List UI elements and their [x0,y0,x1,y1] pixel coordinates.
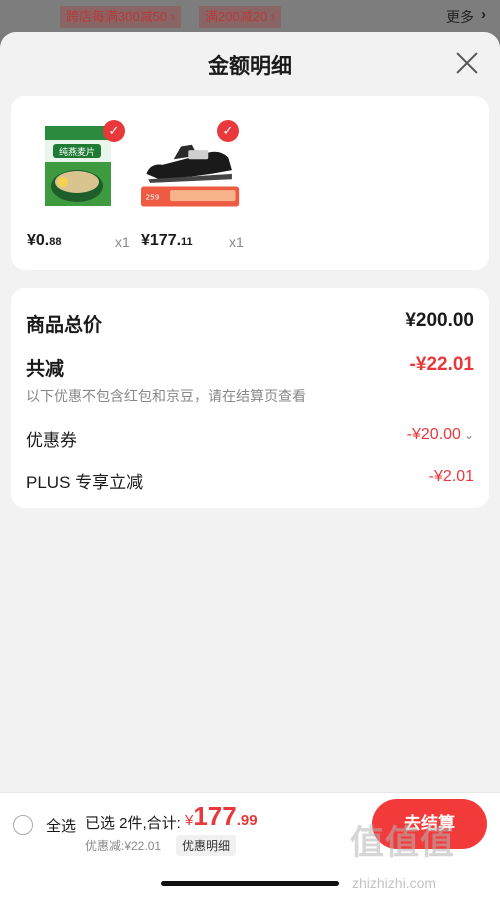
coupon-label: 优惠券 [26,431,77,450]
promo-tag-200-20[interactable]: 满200减20 › [199,6,282,28]
plus-value: -¥2.01 [428,468,474,485]
watermark: 值值值 [350,824,455,862]
discount-detail-link[interactable]: 优惠明细 [176,835,237,856]
products-card: 纯燕麦片 ✓ ¥0.88 x1 259 ✓ ¥177.11 x1 [11,96,489,270]
product-item[interactable]: 259 ✓ ¥177.11 x1 [141,120,251,250]
home-indicator [161,881,339,886]
chevron-down-icon[interactable]: ⌄ [464,428,474,442]
product-price: ¥0.88 [27,232,62,249]
total-row: 商品总价 ¥200.00 [26,310,474,336]
coupon-value: -¥20.00 [406,426,461,443]
total-amount: ¥177.99 [185,801,258,831]
svg-text:259: 259 [146,192,160,201]
promo-tag-300-50[interactable]: 跨店每满300减50 › [60,6,182,28]
summary-card: 商品总价 ¥200.00 共减 -¥22.01 以下优惠不包含红包和京豆，请在结… [11,288,489,508]
plus-row: PLUS 专享立减 -¥2.01 [26,468,474,492]
checkout-bar: 全选 已选 2件,合计: ¥177.99 优惠减:¥22.01 优惠明细 去结算… [0,792,500,898]
svg-text:纯燕麦片: 纯燕麦片 [59,146,95,158]
reduce-row: 共减 -¥22.01 [26,354,474,380]
discount-note: 以下优惠不包含红包和京豆，请在结算页查看 [26,388,306,404]
reduce-label: 共减 [26,359,65,380]
select-all-radio[interactable] [13,815,33,835]
close-icon[interactable] [454,50,480,76]
product-price: ¥177.11 [141,232,193,249]
product-item[interactable]: 纯燕麦片 ✓ ¥0.88 x1 [27,120,137,250]
plus-label: PLUS 专享立减 [26,473,144,492]
total-label: 商品总价 [26,315,103,336]
sheet-title: 金额明细 [208,55,292,78]
watermark-url: zhizhizhi.com [352,875,437,891]
coupon-row[interactable]: 优惠券 -¥20.00 ⌄ [26,426,474,450]
coupon-value-wrap: -¥20.00 ⌄ [407,426,474,444]
checkmark-icon[interactable]: ✓ [217,120,239,142]
total-value: ¥200.00 [405,310,474,331]
checkmark-icon[interactable]: ✓ [103,120,125,142]
select-all-label[interactable]: 全选 [46,815,76,836]
chevron-right-icon: › [481,6,486,23]
discount-summary: 优惠减:¥22.01 [85,839,162,853]
selected-count-text: 已选 2件,合计: [85,815,181,832]
amount-detail-sheet: 金额明细 纯燕麦片 ✓ ¥0.88 x1 259 ✓ ¥177.11 x1 商品… [0,32,500,898]
product-qty: x1 [229,234,244,250]
promo-strip: 跨店每满300减50 › 满200减20 › 更多 › [0,0,500,34]
more-link[interactable]: 更多 [446,7,474,27]
reduce-value: -¥22.01 [409,354,474,375]
product-qty: x1 [115,234,130,250]
